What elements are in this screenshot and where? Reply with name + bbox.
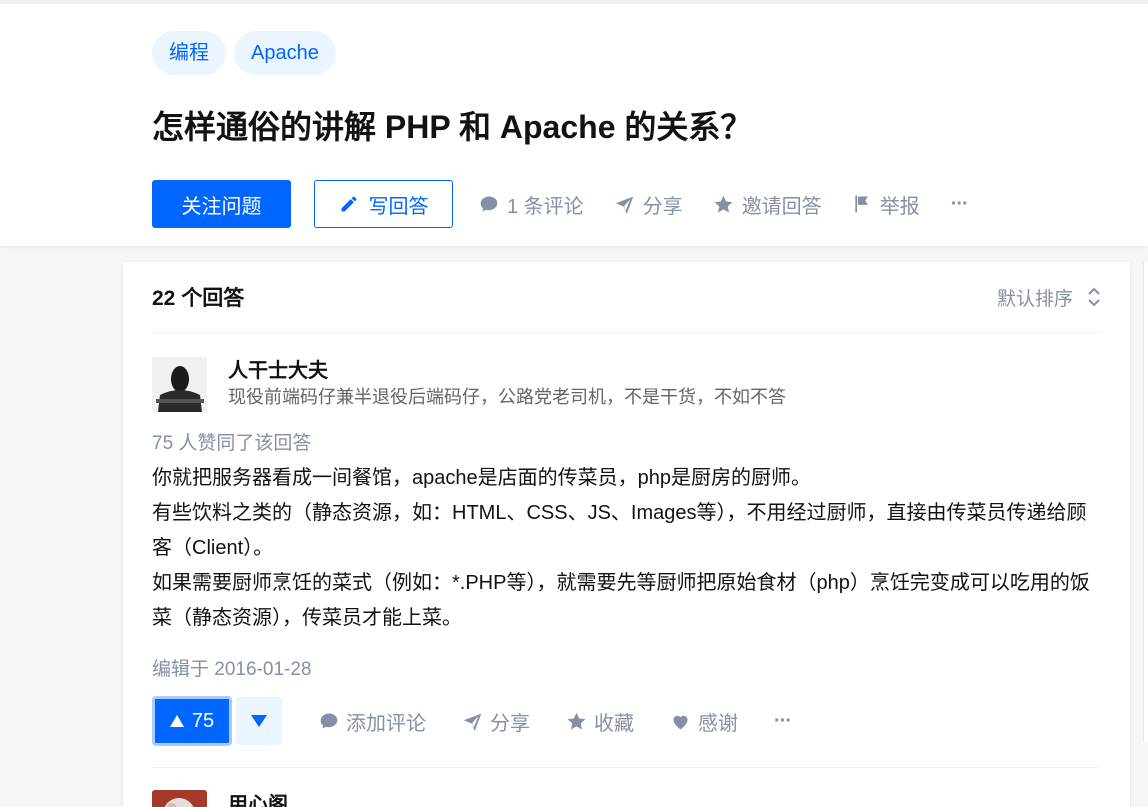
sort-label: 默认排序 (996, 288, 1073, 310)
answer-divider (152, 767, 1101, 768)
answers-card: 22 个回答 默认排序 人干士大夫 现役前端码仔兼半退役后端码仔，公路党老司机，… (123, 262, 1130, 807)
author-bio: 现役前端码仔兼半退役后端码仔，公路党老司机，不是干货，不如不答 (228, 387, 786, 407)
avatar-image (152, 790, 207, 807)
next-answer-author: 用心阁 (152, 790, 288, 807)
comments-button[interactable]: 1 条评论 (479, 180, 584, 228)
downvote-button[interactable] (236, 697, 282, 745)
share-answer-button[interactable]: 分享 (462, 707, 530, 736)
avatar-image (152, 357, 207, 412)
upvote-count: 75 (191, 709, 215, 732)
answer-paragraph: 你就把服务器看成一间餐馆，apache是店面的传菜员，php是厨房的厨师。 (152, 467, 811, 489)
topic-tags: 编程 Apache (152, 31, 336, 75)
triangle-down-icon (251, 715, 267, 727)
thanks-label: 感谢 (698, 712, 738, 735)
share-answer-label: 分享 (490, 712, 530, 735)
thanks-button[interactable]: 感谢 (670, 707, 738, 736)
invite-answer-button[interactable]: 邀请回答 (713, 180, 822, 228)
upvote-button[interactable]: 75 (152, 696, 232, 746)
topic-tag-apache[interactable]: Apache (234, 31, 336, 75)
write-answer-label: 写回答 (368, 195, 429, 218)
next-author-name[interactable]: 用心阁 (228, 792, 288, 807)
write-answer-button[interactable]: 写回答 (314, 180, 453, 228)
collect-button[interactable]: 收藏 (566, 707, 634, 736)
share-question-label: 分享 (642, 195, 683, 218)
sort-updown-icon (1088, 287, 1100, 307)
comments-label: 1 条评论 (507, 195, 584, 218)
topic-tag-programming[interactable]: 编程 (152, 31, 226, 75)
answers-list-header: 22 个回答 默认排序 (152, 262, 1101, 333)
question-title: 怎样通俗的讲解 PHP 和 Apache 的关系？ (152, 109, 753, 145)
paper-plane-icon (463, 713, 482, 731)
heart-icon (673, 715, 688, 729)
comment-bubble-icon (320, 713, 338, 729)
share-question-button[interactable]: 分享 (614, 180, 683, 228)
more-options-button[interactable]: ··· (951, 180, 969, 228)
author-info: 人干士大夫 现役前端码仔兼半退役后端码仔，公路党老司机，不是干货，不如不答 (228, 357, 786, 412)
flag-icon (855, 195, 868, 213)
voters-count[interactable]: 75 人赞同了该回答 (152, 428, 311, 455)
question-actions: 关注问题 写回答 1 条评论 分享 邀请回答 举报 ··· (152, 180, 969, 228)
report-button[interactable]: 举报 (852, 180, 920, 228)
paper-plane-icon (615, 196, 633, 214)
author-name[interactable]: 人干士大夫 (228, 358, 786, 384)
answer-more-button[interactable]: ··· (774, 710, 792, 733)
answer-paragraph: 如果需要厨师烹饪的菜式（例如：*.PHP等），就需要先等厨师把原始食材（php）… (152, 572, 1090, 629)
answer-author: 人干士大夫 现役前端码仔兼半退役后端码仔，公路党老司机，不是干货，不如不答 (152, 357, 786, 412)
next-author-avatar[interactable] (152, 790, 207, 807)
answer-content: 你就把服务器看成一间餐馆，apache是店面的传菜员，php是厨房的厨师。 有些… (152, 461, 1101, 636)
add-comment-label: 添加评论 (346, 712, 426, 735)
comment-bubble-icon (480, 196, 498, 212)
sidebar-card-edge (1143, 262, 1148, 742)
collect-label: 收藏 (594, 712, 634, 735)
sort-toggle[interactable]: 默认排序 (997, 284, 1101, 311)
star-icon (567, 712, 586, 730)
answer-actions: 75 添加评论 分享 收藏 感谢 ··· (152, 696, 792, 746)
pencil-icon (341, 196, 357, 212)
answers-count: 22 个回答 (152, 287, 245, 310)
invite-answer-label: 邀请回答 (741, 195, 822, 218)
answer-paragraph: 有些饮料之类的（静态资源，如：HTML、CSS、JS、Images等），不用经过… (152, 502, 1087, 559)
triangle-up-icon (169, 715, 184, 727)
question-header: 编程 Apache 怎样通俗的讲解 PHP 和 Apache 的关系？ 关注问题… (0, 0, 1148, 246)
follow-question-button[interactable]: 关注问题 (152, 180, 291, 228)
author-avatar[interactable] (152, 357, 207, 412)
report-label: 举报 (879, 195, 920, 218)
add-comment-button[interactable]: 添加评论 (319, 707, 426, 736)
star-icon (714, 195, 733, 213)
edited-time[interactable]: 编辑于 2016-01-28 (152, 654, 311, 681)
